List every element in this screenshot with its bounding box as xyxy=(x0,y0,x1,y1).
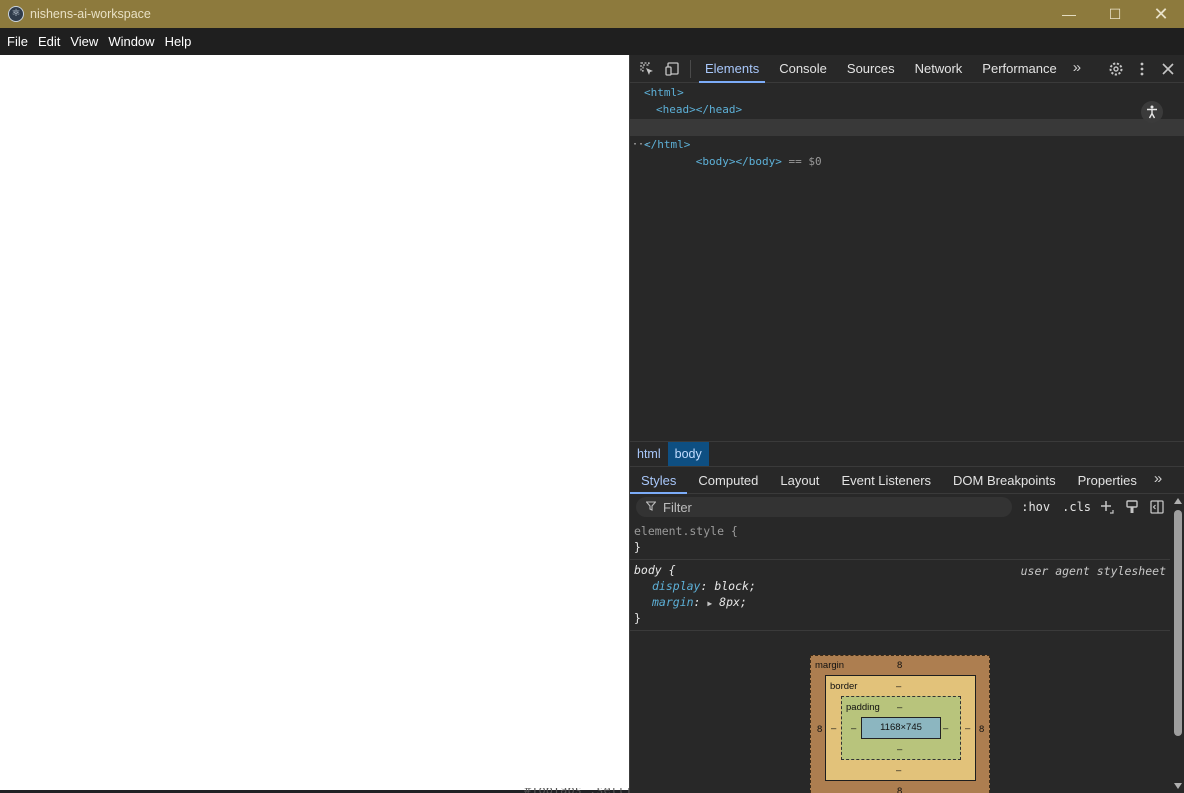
box-model-border[interactable]: border – – – – padding – – – – 1168×745 xyxy=(825,675,976,781)
menu-help[interactable]: Help xyxy=(160,28,197,55)
color-format-brush-icon[interactable] xyxy=(1119,494,1144,520)
tab-event-listeners[interactable]: Event Listeners xyxy=(830,467,942,494)
accessibility-tree-icon[interactable] xyxy=(1141,101,1163,123)
border-top-value[interactable]: – xyxy=(896,681,901,692)
border-left-value[interactable]: – xyxy=(831,723,836,734)
tab-properties[interactable]: Properties xyxy=(1067,467,1148,494)
styles-filter-input[interactable]: Filter xyxy=(636,497,1013,517)
rule-body[interactable]: user agent stylesheet body { display: bl… xyxy=(630,560,1170,631)
toggle-sidebar-icon[interactable] xyxy=(1145,494,1170,520)
padding-top-value[interactable]: – xyxy=(897,702,902,713)
tab-layout[interactable]: Layout xyxy=(769,467,830,494)
box-model-margin[interactable]: margin 8 8 8 8 border – – – – padding – … xyxy=(810,655,990,793)
close-window-button[interactable]: ✕ xyxy=(1138,0,1184,28)
toolbar-separator xyxy=(690,59,691,78)
window-title-bar[interactable]: ⚛ nishens-ai-workspace — ☐ ✕ xyxy=(0,0,1184,28)
scroll-up-arrow-icon[interactable] xyxy=(1174,498,1182,504)
styles-scrollbar[interactable] xyxy=(1171,494,1184,793)
styles-subtabs: Styles Computed Layout Event Listeners D… xyxy=(630,466,1184,494)
more-tabs-chevron-icon[interactable]: » xyxy=(1067,55,1087,83)
tab-elements[interactable]: Elements xyxy=(695,55,769,83)
tab-console[interactable]: Console xyxy=(769,55,837,83)
tab-performance[interactable]: Performance xyxy=(972,55,1066,83)
close-devtools-icon[interactable] xyxy=(1155,55,1181,83)
margin-bottom-value[interactable]: 8 xyxy=(897,786,902,793)
new-style-rule-plus-icon[interactable] xyxy=(1094,494,1119,520)
window-controls: — ☐ ✕ xyxy=(1046,0,1184,28)
body-close: } xyxy=(634,611,641,625)
margin-left-value[interactable]: 8 xyxy=(817,724,822,735)
cls-toggle[interactable]: .cls xyxy=(1059,494,1094,520)
window-title: nishens-ai-workspace xyxy=(30,7,151,21)
breadcrumb: html body xyxy=(630,441,1184,466)
app-icon: ⚛ xyxy=(8,6,24,22)
dom-node-html-close[interactable]: </html> xyxy=(630,136,1184,153)
tab-dom-breakpoints[interactable]: DOM Breakpoints xyxy=(942,467,1067,494)
dom-node-head[interactable]: <head></head> xyxy=(630,101,1184,118)
prop-margin[interactable]: margin: ▶ 8px; xyxy=(634,594,1166,610)
scroll-thumb[interactable] xyxy=(1174,510,1182,736)
rule-element-style[interactable]: element.style { } xyxy=(630,521,1170,560)
border-right-value[interactable]: – xyxy=(965,723,970,734)
tab-styles[interactable]: Styles xyxy=(630,467,688,494)
inspect-element-icon[interactable] xyxy=(634,55,660,83)
padding-left-value[interactable]: – xyxy=(851,723,856,734)
filter-funnel-icon xyxy=(645,500,657,514)
margin-right-value[interactable]: 8 xyxy=(979,724,984,735)
body-selector: body { xyxy=(634,563,676,577)
dom-node-body[interactable]: ··· <body></body> == $0 xyxy=(630,119,1184,168)
minimize-button[interactable]: — xyxy=(1046,0,1092,28)
margin-label: margin xyxy=(815,660,845,671)
padding-right-value[interactable]: – xyxy=(943,723,948,734)
dom-node-html-open[interactable]: <html> xyxy=(630,84,1184,101)
settings-gear-icon[interactable] xyxy=(1103,55,1129,83)
dom-tree[interactable]: <html> <head></head> ··· <body></body> =… xyxy=(630,83,1184,440)
tab-network[interactable]: Network xyxy=(905,55,973,83)
element-style-selector: element.style { xyxy=(634,524,738,538)
device-toolbar-icon[interactable] xyxy=(660,55,686,83)
menu-bar: File Edit View Window Help xyxy=(0,28,1184,55)
breadcrumb-body[interactable]: body xyxy=(667,442,709,466)
styles-pane: element.style { } user agent stylesheet … xyxy=(630,521,1170,793)
padding-label: padding xyxy=(846,702,880,713)
margin-top-value[interactable]: 8 xyxy=(897,660,902,671)
border-label: border xyxy=(830,681,858,692)
menu-window[interactable]: Window xyxy=(103,28,159,55)
more-subtabs-chevron-icon[interactable]: » xyxy=(1148,466,1168,494)
devtools-toolbar: Elements Console Sources Network Perform… xyxy=(630,55,1184,83)
padding-bottom-value[interactable]: – xyxy=(897,744,902,755)
menu-view[interactable]: View xyxy=(65,28,103,55)
box-model-content-size[interactable]: 1168×745 xyxy=(861,717,941,739)
menu-file[interactable]: File xyxy=(2,28,33,55)
menu-edit[interactable]: Edit xyxy=(33,28,65,55)
breadcrumb-html[interactable]: html xyxy=(630,442,668,466)
maximize-button[interactable]: ☐ xyxy=(1092,0,1138,28)
filter-placeholder: Filter xyxy=(663,499,692,515)
border-bottom-value[interactable]: – xyxy=(896,765,901,776)
page-viewport[interactable] xyxy=(0,55,629,790)
element-style-close: } xyxy=(634,540,641,554)
devtools-panel: Elements Console Sources Network Perform… xyxy=(629,55,1184,793)
hov-toggle[interactable]: :hov xyxy=(1018,494,1053,520)
scroll-down-arrow-icon[interactable] xyxy=(1174,783,1182,789)
tab-sources[interactable]: Sources xyxy=(837,55,905,83)
tab-computed[interactable]: Computed xyxy=(687,467,769,494)
box-model-padding[interactable]: padding – – – – 1168×745 xyxy=(841,696,961,760)
prop-display[interactable]: display: block; xyxy=(634,578,1166,594)
rule-source[interactable]: user agent stylesheet xyxy=(1021,564,1166,578)
more-options-icon[interactable] xyxy=(1129,55,1155,83)
styles-filter-row: Filter :hov .cls xyxy=(630,494,1170,520)
